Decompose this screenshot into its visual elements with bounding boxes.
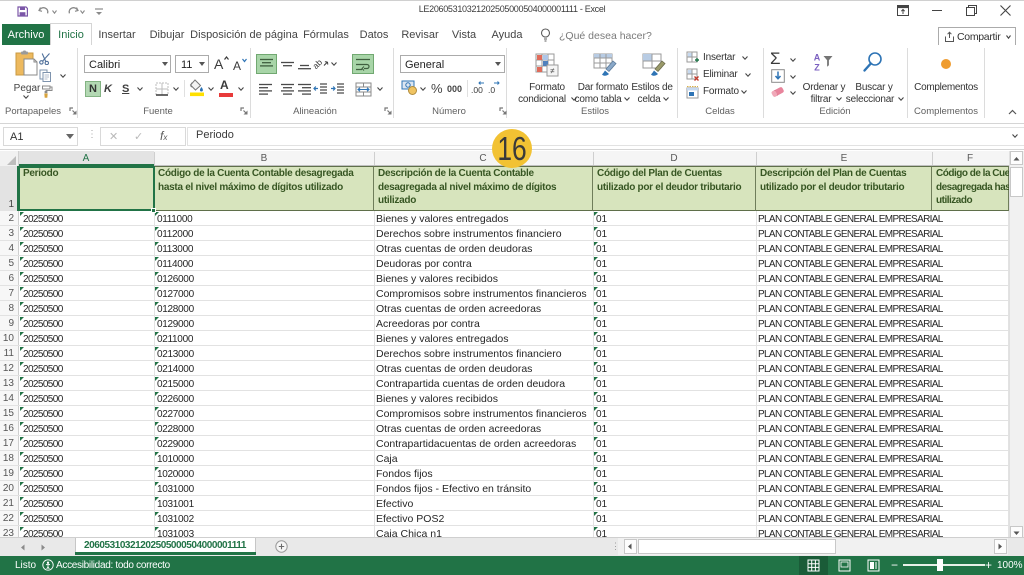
svg-text:.0: .0: [488, 85, 495, 95]
svg-text:.00: .00: [471, 85, 483, 95]
svg-text:ab: ab: [313, 57, 324, 71]
svg-text:A: A: [233, 59, 241, 72]
svg-text:A: A: [814, 53, 821, 63]
svg-text:A: A: [214, 56, 224, 72]
svg-text:≠: ≠: [550, 67, 555, 76]
svg-text:Z: Z: [814, 63, 820, 73]
